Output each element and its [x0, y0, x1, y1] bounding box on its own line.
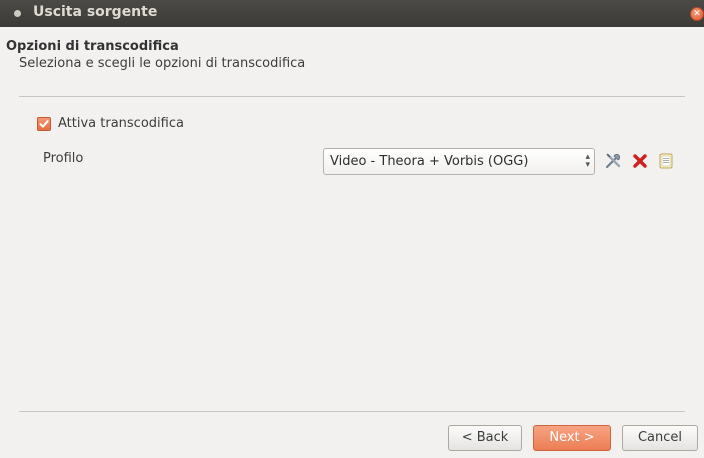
- window-menu-icon[interactable]: [14, 10, 21, 17]
- transcode-checkbox[interactable]: [37, 117, 51, 131]
- profile-select-value: Video - Theora + Vorbis (OGG): [330, 154, 529, 169]
- profile-label: Profilo: [43, 151, 84, 166]
- cancel-button[interactable]: Cancel: [622, 425, 698, 451]
- back-button[interactable]: < Back: [448, 425, 522, 451]
- tools-icon: [605, 153, 621, 169]
- new-profile-button[interactable]: [654, 149, 678, 173]
- checkmark-icon: [39, 120, 49, 128]
- close-icon[interactable]: ✕: [690, 7, 704, 21]
- edit-profile-button[interactable]: [601, 149, 625, 173]
- new-profile-icon: [659, 153, 673, 169]
- transcode-checkbox-label[interactable]: Attiva transcodifica: [58, 116, 184, 131]
- updown-arrows-icon: ▴ ▾: [585, 152, 590, 170]
- footer-divider: [19, 411, 685, 412]
- window-title: Uscita sorgente: [33, 4, 158, 20]
- window-titlebar: Uscita sorgente ✕: [0, 0, 704, 27]
- next-button[interactable]: Next >: [533, 425, 611, 451]
- header-divider: [19, 96, 685, 97]
- page-subtitle: Seleziona e scegli le opzioni di transco…: [19, 56, 306, 71]
- page-title: Opzioni di transcodifica: [6, 39, 179, 54]
- delete-profile-button[interactable]: [628, 149, 652, 173]
- profile-select[interactable]: Video - Theora + Vorbis (OGG) ▴ ▾: [323, 148, 595, 175]
- delete-icon: [633, 154, 647, 168]
